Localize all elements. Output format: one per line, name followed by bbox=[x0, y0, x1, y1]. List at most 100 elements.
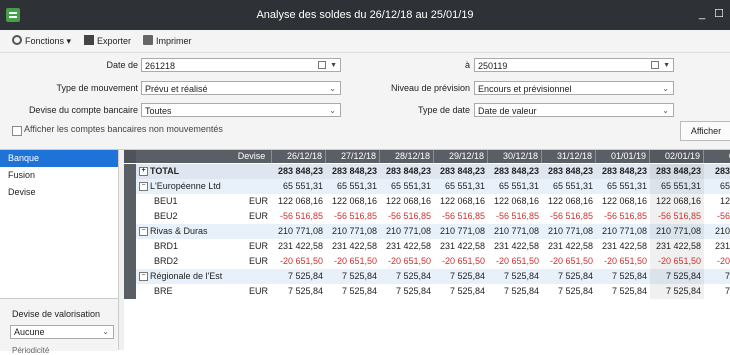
exporter-button[interactable]: Exporter bbox=[84, 35, 131, 48]
imprimer-button[interactable]: Imprimer bbox=[143, 35, 192, 48]
balance-cell[interactable]: 65 551,3 bbox=[704, 179, 730, 194]
header-date[interactable]: 29/12/18 bbox=[434, 150, 488, 163]
balance-cell[interactable]: 210 771,08 bbox=[434, 224, 488, 239]
collapse-icon[interactable]: − bbox=[139, 227, 148, 236]
balance-cell[interactable]: 65 551,31 bbox=[650, 179, 704, 194]
balance-cell[interactable]: 65 551,31 bbox=[542, 179, 596, 194]
balance-cell[interactable]: 210 771,08 bbox=[380, 224, 434, 239]
balance-cell[interactable]: -56 516,85 bbox=[380, 209, 434, 224]
balance-cell[interactable]: -56 516,85 bbox=[596, 209, 650, 224]
valorisation-select[interactable]: Aucune ⌄ bbox=[10, 325, 114, 339]
balance-cell[interactable]: 122 068,16 bbox=[326, 194, 380, 209]
balance-cell[interactable]: 7 525,84 bbox=[380, 284, 434, 299]
balance-cell[interactable]: 7 525,84 bbox=[434, 269, 488, 284]
balance-cell[interactable]: 7 525,84 bbox=[272, 284, 326, 299]
balance-cell[interactable]: 283 848,23 bbox=[434, 164, 488, 179]
total-row[interactable]: + TOTAL 283 848,23 283 848,23 283 848,23 283 … bbox=[124, 164, 730, 179]
balance-cell[interactable]: 283 848,23 bbox=[272, 164, 326, 179]
balance-cell[interactable]: 122 068,16 bbox=[488, 194, 542, 209]
balance-cell[interactable]: -56 516,8 bbox=[704, 209, 730, 224]
sidebar-item-fusion[interactable]: Fusion bbox=[0, 167, 118, 184]
balance-cell[interactable]: 7 525,84 bbox=[488, 284, 542, 299]
balance-cell[interactable]: 65 551,31 bbox=[272, 179, 326, 194]
balance-cell[interactable]: 122 068,16 bbox=[272, 194, 326, 209]
balance-cell[interactable]: 283 848,23 bbox=[596, 164, 650, 179]
niveau-prevision-select[interactable]: Encours et prévisionnel ⌄ bbox=[474, 81, 674, 95]
balance-cell[interactable]: 122 068,16 bbox=[650, 194, 704, 209]
balance-cell[interactable]: -56 516,85 bbox=[488, 209, 542, 224]
balance-cell[interactable]: 283 848,23 bbox=[650, 164, 704, 179]
balance-cell[interactable]: 7 525,84 bbox=[650, 269, 704, 284]
header-date[interactable]: 28/12/18 bbox=[380, 150, 434, 163]
balance-cell[interactable]: 231 422,58 bbox=[542, 239, 596, 254]
balance-cell[interactable]: -20 651,50 bbox=[380, 254, 434, 269]
balance-cell[interactable]: -20 651,50 bbox=[488, 254, 542, 269]
calendar-icon[interactable] bbox=[651, 61, 659, 69]
header-date[interactable]: 01/01/19 bbox=[596, 150, 650, 163]
balance-cell[interactable]: -20 651,5 bbox=[704, 254, 730, 269]
balance-cell[interactable]: 65 551,31 bbox=[596, 179, 650, 194]
balance-cell[interactable]: 231 422,58 bbox=[488, 239, 542, 254]
balance-cell[interactable]: 210 771,08 bbox=[488, 224, 542, 239]
chevron-down-icon[interactable]: ▼ bbox=[663, 59, 670, 73]
balance-cell[interactable]: 122 068,16 bbox=[596, 194, 650, 209]
balance-cell[interactable]: 210 771,08 bbox=[542, 224, 596, 239]
afficher-button[interactable]: Afficher bbox=[680, 121, 730, 141]
header-date[interactable]: 02/01/19 bbox=[650, 150, 704, 163]
balance-cell[interactable]: 283 848,23 bbox=[380, 164, 434, 179]
balance-cell[interactable]: 231 422,58 bbox=[380, 239, 434, 254]
balance-cell[interactable]: 210 771,08 bbox=[272, 224, 326, 239]
minimize-button[interactable]: _ bbox=[695, 7, 709, 21]
balance-cell[interactable]: -20 651,50 bbox=[596, 254, 650, 269]
balance-cell[interactable]: 7 525,8 bbox=[704, 284, 730, 299]
balance-cell[interactable]: 231 422,58 bbox=[326, 239, 380, 254]
balance-cell[interactable]: 7 525,84 bbox=[380, 269, 434, 284]
balance-cell[interactable]: 65 551,31 bbox=[434, 179, 488, 194]
balance-cell[interactable]: 7 525,84 bbox=[326, 284, 380, 299]
balance-cell[interactable]: 7 525,84 bbox=[488, 269, 542, 284]
date-a-input[interactable]: 250119 ▼ bbox=[474, 58, 674, 72]
balance-cell[interactable]: 7 525,84 bbox=[596, 269, 650, 284]
account-row[interactable]: BEU1 EUR 122 068,16 122 068,16 122 068,16 122… bbox=[124, 194, 730, 209]
balance-cell[interactable]: -56 516,85 bbox=[434, 209, 488, 224]
balance-cell[interactable]: -20 651,50 bbox=[650, 254, 704, 269]
afficher-comptes-checkbox[interactable] bbox=[12, 126, 22, 136]
account-row[interactable]: BRD1 EUR 231 422,58 231 422,58 231 422,58 231… bbox=[124, 239, 730, 254]
fonctions-menu[interactable]: Fonctions ▾ bbox=[12, 35, 71, 48]
balance-cell[interactable]: 65 551,31 bbox=[488, 179, 542, 194]
balance-cell[interactable]: -20 651,50 bbox=[542, 254, 596, 269]
balance-cell[interactable]: 122 068,16 bbox=[542, 194, 596, 209]
balance-cell[interactable]: -56 516,85 bbox=[542, 209, 596, 224]
balance-cell[interactable]: 231 422,5 bbox=[704, 239, 730, 254]
balance-cell[interactable]: 283 848,23 bbox=[326, 164, 380, 179]
account-row[interactable]: BRD2 EUR -20 651,50 -20 651,50 -20 651,50 -20… bbox=[124, 254, 730, 269]
balance-cell[interactable]: 231 422,58 bbox=[650, 239, 704, 254]
balance-cell[interactable]: -20 651,50 bbox=[326, 254, 380, 269]
group-row[interactable]: − Rivas & Duras 210 771,08 210 771,08 210 77… bbox=[124, 224, 730, 239]
group-row[interactable]: − L'Européenne Ltd 65 551,31 65 551,31 65 55… bbox=[124, 179, 730, 194]
balance-cell[interactable]: 231 422,58 bbox=[596, 239, 650, 254]
maximize-button[interactable]: ☐ bbox=[712, 7, 726, 21]
type-date-select[interactable]: Date de valeur ⌄ bbox=[474, 103, 674, 117]
sidebar-item-banque[interactable]: Banque bbox=[0, 150, 118, 167]
collapse-icon[interactable]: − bbox=[139, 272, 148, 281]
balance-cell[interactable]: 7 525,84 bbox=[596, 284, 650, 299]
balance-cell[interactable]: 283 848,23 bbox=[542, 164, 596, 179]
balance-cell[interactable]: 7 525,84 bbox=[326, 269, 380, 284]
balance-cell[interactable]: 7 525,84 bbox=[650, 284, 704, 299]
balance-cell[interactable]: 65 551,31 bbox=[326, 179, 380, 194]
balance-cell[interactable]: 122 068, bbox=[704, 194, 730, 209]
balance-cell[interactable]: 210 771,08 bbox=[650, 224, 704, 239]
group-row[interactable]: − Régionale de l'Est 7 525,84 7 525,84 7 525… bbox=[124, 269, 730, 284]
balance-cell[interactable]: 231 422,58 bbox=[434, 239, 488, 254]
balance-cell[interactable]: 210 771,0 bbox=[704, 224, 730, 239]
balance-cell[interactable]: -20 651,50 bbox=[434, 254, 488, 269]
header-date[interactable]: 26/12/18 bbox=[272, 150, 326, 163]
header-date[interactable]: 31/12/18 bbox=[542, 150, 596, 163]
header-date[interactable]: 27/12/18 bbox=[326, 150, 380, 163]
collapse-icon[interactable]: − bbox=[139, 182, 148, 191]
balance-cell[interactable]: 122 068,16 bbox=[434, 194, 488, 209]
balance-cell[interactable]: 283 848,23 bbox=[488, 164, 542, 179]
header-date[interactable]: 30/12/18 bbox=[488, 150, 542, 163]
header-devise[interactable]: Devise bbox=[232, 150, 272, 163]
